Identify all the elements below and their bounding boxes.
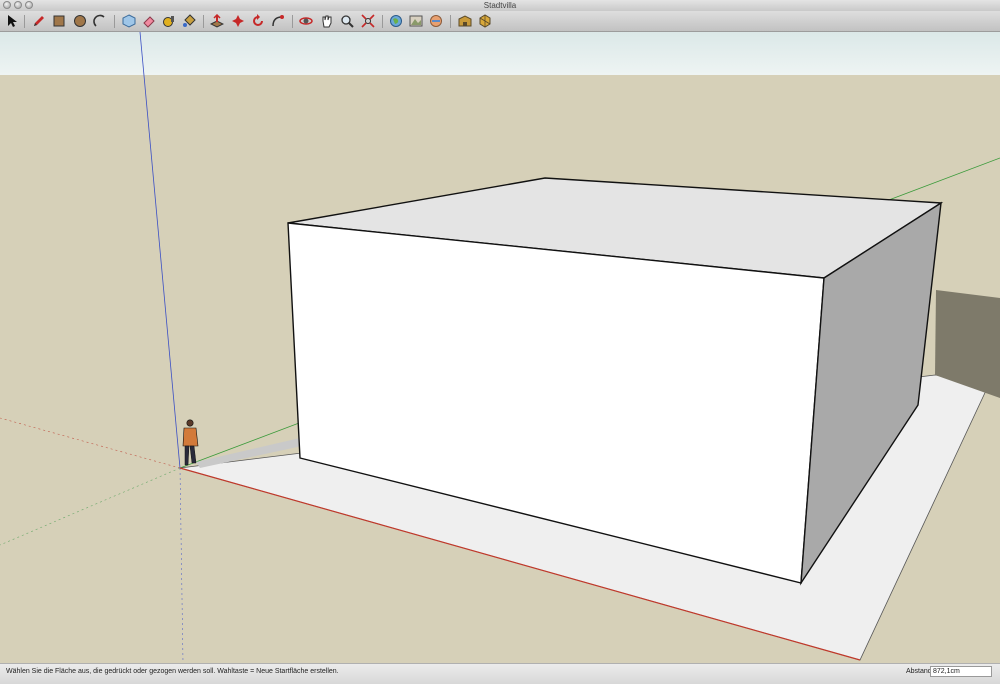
status-hint: Wählen Sie die Fläche aus, die gedrückt … (6, 668, 339, 675)
extension-icon (479, 14, 491, 28)
circle-tool-button[interactable] (72, 13, 88, 29)
pencil-icon (34, 16, 44, 26)
arc-icon (93, 14, 105, 27)
model-viewport[interactable] (0, 31, 1000, 664)
paint-bucket-icon (183, 14, 196, 27)
zoom-tool-button[interactable] (339, 13, 355, 29)
magnifier-icon (341, 15, 354, 28)
make-component-tool-button[interactable] (121, 13, 137, 29)
select-tool-button[interactable] (4, 13, 20, 29)
follow-me-icon (272, 15, 284, 27)
push-pull-icon (210, 14, 224, 28)
orbit-tool-button[interactable] (298, 13, 314, 29)
photo-textures-icon (430, 15, 442, 27)
status-bar: Wählen Sie die Fläche aus, die gedrückt … (0, 663, 1000, 684)
eraser-icon (143, 16, 155, 28)
terrain-icon (409, 15, 423, 27)
component-icon (122, 14, 136, 28)
orbit-icon (299, 17, 313, 25)
rectangle-icon (53, 15, 65, 27)
warehouse-icon (458, 15, 472, 27)
rectangle-tool-button[interactable] (51, 13, 67, 29)
toggle-terrain-tool-button[interactable] (408, 13, 424, 29)
move-icon (232, 15, 244, 27)
sky (0, 32, 1000, 75)
hand-icon (322, 15, 332, 28)
main-toolbar (0, 11, 1000, 32)
rotate-icon (253, 14, 263, 26)
circle-icon (74, 15, 86, 27)
rotate-tool-button[interactable] (250, 13, 266, 29)
photo-textures-tool-button[interactable] (428, 13, 444, 29)
zoom-extents-icon (361, 14, 375, 28)
measurement-label: Abstand (906, 668, 932, 675)
tape-measure-tool-button[interactable] (161, 13, 177, 29)
line-tool-button[interactable] (31, 13, 47, 29)
arc-tool-button[interactable] (92, 13, 108, 29)
zoom-extents-tool-button[interactable] (360, 13, 376, 29)
extension-warehouse-tool-button[interactable] (477, 13, 493, 29)
move-tool-button[interactable] (230, 13, 246, 29)
paint-bucket-tool-button[interactable] (181, 13, 197, 29)
pan-tool-button[interactable] (319, 13, 335, 29)
eraser-tool-button[interactable] (141, 13, 157, 29)
tape-measure-icon (163, 16, 174, 27)
measurement-box[interactable]: 872,1cm (930, 666, 992, 677)
window-title: Stadtvilla (483, 1, 517, 10)
scene-canvas[interactable] (0, 31, 1000, 664)
arrow-cursor-icon (8, 15, 17, 27)
globe-icon (390, 15, 402, 27)
push-pull-tool-button[interactable] (209, 13, 225, 29)
geo-location-tool-button[interactable] (388, 13, 404, 29)
follow-me-tool-button[interactable] (270, 13, 286, 29)
3d-warehouse-tool-button[interactable] (457, 13, 473, 29)
